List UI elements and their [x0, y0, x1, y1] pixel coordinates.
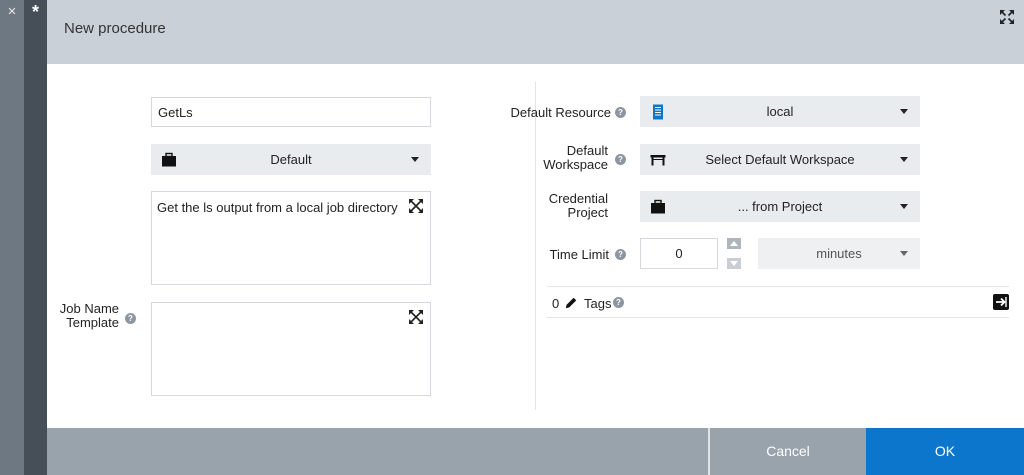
- project-select[interactable]: Default: [151, 144, 431, 175]
- dialog-title: New procedure: [64, 20, 166, 37]
- briefcase-icon: [651, 199, 665, 214]
- description-text: Get the ls output from a local job direc…: [157, 200, 398, 215]
- project-select-value: Default: [270, 152, 312, 167]
- briefcase-icon: [162, 152, 176, 167]
- time-unit-select[interactable]: minutes: [758, 238, 920, 269]
- close-tab-icon[interactable]: ×: [0, 0, 24, 24]
- active-tab-strip: [24, 0, 47, 475]
- description-textarea[interactable]: Get the ls output from a local job direc…: [151, 191, 431, 285]
- chevron-down-icon: [411, 157, 419, 162]
- chevron-down-icon: [900, 109, 908, 114]
- time-unit-value: minutes: [816, 246, 862, 261]
- tag-pencil-icon: [565, 297, 577, 309]
- chevron-down-icon: [900, 157, 908, 162]
- expand-icon[interactable]: [408, 198, 424, 214]
- help-icon[interactable]: ?: [613, 297, 624, 308]
- ok-button[interactable]: OK: [866, 428, 1024, 475]
- help-icon[interactable]: ?: [615, 107, 626, 118]
- default-resource-select[interactable]: local: [640, 96, 920, 127]
- default-workspace-label: Default Workspace: [543, 143, 608, 172]
- maximize-icon[interactable]: [999, 9, 1015, 25]
- credential-project-select[interactable]: ... from Project: [640, 191, 920, 222]
- procedure-name-input[interactable]: GetLs: [151, 97, 431, 127]
- tags-row[interactable]: 0 Tags ?: [547, 286, 1009, 318]
- help-icon[interactable]: ?: [615, 154, 626, 165]
- decrement-arrow-down-icon[interactable]: [727, 258, 741, 269]
- dialog-footer: Cancel OK: [47, 428, 1024, 475]
- dialog-body: GetLs Default Get the ls output from a l…: [47, 64, 1024, 428]
- default-resource-value: local: [766, 104, 794, 119]
- workspace-desk-icon: [650, 155, 666, 166]
- server-icon: [653, 104, 663, 120]
- credential-project-value: ... from Project: [737, 199, 823, 214]
- help-icon[interactable]: ?: [125, 313, 136, 324]
- chevron-down-icon: [900, 204, 908, 209]
- job-name-template-textarea[interactable]: [151, 302, 431, 396]
- job-name-template-label: Job Name Template: [59, 301, 119, 330]
- increment-arrow-up-icon[interactable]: [727, 238, 741, 249]
- default-resource-label: Default Resource: [510, 105, 611, 120]
- open-tags-arrow-icon[interactable]: [993, 294, 1009, 310]
- default-workspace-value: Select Default Workspace: [705, 152, 855, 167]
- tags-count: 0: [552, 296, 560, 311]
- unsaved-indicator-icon: *: [31, 2, 39, 22]
- chevron-down-icon: [900, 251, 908, 256]
- help-icon[interactable]: ?: [615, 249, 626, 260]
- expand-icon[interactable]: [408, 309, 424, 325]
- default-workspace-select[interactable]: Select Default Workspace: [640, 144, 920, 175]
- cancel-button[interactable]: Cancel: [708, 428, 866, 475]
- time-limit-label: Time Limit: [549, 247, 609, 262]
- dialog-header: New procedure: [47, 0, 1024, 64]
- column-divider: [535, 82, 536, 410]
- tags-label: Tags: [584, 296, 612, 311]
- time-limit-input[interactable]: 0: [640, 238, 718, 269]
- credential-project-label: Credential Project: [548, 191, 608, 220]
- left-strip: [0, 0, 24, 475]
